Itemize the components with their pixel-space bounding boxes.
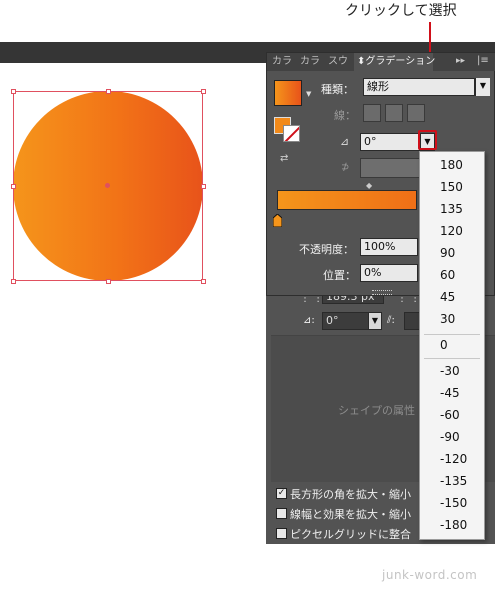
- angle-option[interactable]: 45: [440, 290, 455, 304]
- gradient-stop-start[interactable]: [272, 212, 283, 228]
- panel-resize-grip[interactable]: [372, 290, 392, 295]
- shear-angle-field[interactable]: [404, 312, 420, 330]
- gradient-stop-icon: [272, 213, 283, 228]
- tab-color[interactable]: カラ: [272, 53, 292, 71]
- scale-corners-label: 長方形の角を拡大・縮小: [290, 488, 411, 501]
- angle-option[interactable]: -180: [440, 518, 467, 532]
- stroke-across-button[interactable]: [407, 104, 425, 122]
- tab-gradient-label: グラデーション: [365, 56, 436, 67]
- stroke-within-button[interactable]: [363, 104, 381, 122]
- angle-option[interactable]: -120: [440, 452, 467, 466]
- tab-color-guide[interactable]: カラ: [300, 53, 320, 71]
- angle-option[interactable]: -30: [440, 364, 460, 378]
- handle-top-middle[interactable]: [106, 89, 111, 94]
- position-label: 位置：: [323, 269, 356, 282]
- handle-bottom-right[interactable]: [201, 279, 206, 284]
- angle-option[interactable]: -135: [440, 474, 467, 488]
- angle-option[interactable]: 60: [440, 268, 455, 282]
- handle-bottom-middle[interactable]: [106, 279, 111, 284]
- handle-top-left[interactable]: [11, 89, 16, 94]
- angle-option[interactable]: 120: [440, 224, 463, 238]
- handle-middle-left[interactable]: [11, 184, 16, 189]
- angle-option[interactable]: -150: [440, 496, 467, 510]
- handle-middle-right[interactable]: [201, 184, 206, 189]
- angle-dropdown-list: 180 150 135 120 90 60 45 30 0 -30 -45 -6…: [419, 151, 485, 540]
- angle-option[interactable]: 135: [440, 202, 463, 216]
- stroke-none-swatch[interactable]: [283, 125, 300, 142]
- stroke-along-button[interactable]: [385, 104, 403, 122]
- tab-swatches[interactable]: スウ: [328, 53, 348, 71]
- stroke-label: 線：: [334, 109, 356, 122]
- pixel-grid-label: ピクセルグリッドに整合: [290, 528, 411, 541]
- dropdown-separator: [424, 358, 480, 359]
- angle-option-zero[interactable]: 0: [440, 338, 448, 352]
- angle-option[interactable]: 30: [440, 312, 455, 326]
- rotate-angle-dropdown-arrow[interactable]: ▼: [368, 312, 382, 330]
- center-point: [105, 183, 110, 188]
- scale-corners-checkbox[interactable]: ✓: [276, 488, 287, 499]
- angle-option[interactable]: 180: [440, 158, 463, 172]
- handle-bottom-left[interactable]: [11, 279, 16, 284]
- scale-strokes-checkbox[interactable]: [276, 508, 287, 519]
- angle-icon: ⊿: [340, 135, 350, 148]
- panel-menu-icon[interactable]: |≡: [477, 55, 489, 66]
- panel-collapse-icon[interactable]: ▸▸: [456, 56, 465, 66]
- angle-option[interactable]: -90: [440, 430, 460, 444]
- position-field[interactable]: 0%: [360, 264, 418, 282]
- angle-field[interactable]: 0°: [360, 133, 420, 151]
- gradient-slider-bar[interactable]: [277, 190, 417, 210]
- handle-top-right[interactable]: [201, 89, 206, 94]
- annotation-highlight-box: [418, 130, 437, 150]
- angle-option[interactable]: -45: [440, 386, 460, 400]
- gradient-swatch-dropdown-icon[interactable]: ▼: [306, 90, 311, 98]
- scale-strokes-label: 線幅と効果を拡大・縮小: [290, 508, 411, 521]
- angle-option[interactable]: -60: [440, 408, 460, 422]
- reverse-gradient-icon[interactable]: ⇄: [280, 153, 288, 164]
- none-slash-icon: [284, 126, 299, 141]
- shear-angle-icon: ⫽:: [387, 315, 395, 326]
- aspect-ratio-field: [360, 158, 420, 178]
- opacity-field[interactable]: 100%: [360, 238, 418, 256]
- type-select-arrow[interactable]: ▼: [475, 78, 490, 96]
- angle-option[interactable]: 150: [440, 180, 463, 194]
- rotate-angle-field[interactable]: 0°: [322, 312, 370, 330]
- gradient-swatch[interactable]: [274, 80, 302, 106]
- type-select[interactable]: 線形: [363, 78, 475, 96]
- pixel-grid-checkbox[interactable]: [276, 528, 287, 539]
- aspect-ratio-icon: ⊅: [341, 162, 350, 173]
- midpoint-diamond[interactable]: ◆: [366, 181, 372, 190]
- tab-gradient[interactable]: ⬍グラデーション: [354, 53, 436, 71]
- type-label: 種類：: [321, 83, 354, 96]
- watermark: junk-word.com: [382, 568, 478, 582]
- annotation-label: クリックして選択: [345, 3, 457, 19]
- angle-option[interactable]: 90: [440, 246, 455, 260]
- rotate-angle-icon: ⊿:: [303, 315, 315, 326]
- opacity-label: 不透明度：: [299, 243, 354, 256]
- shape-properties-text: シェイプの属性: [338, 404, 415, 417]
- dropdown-separator: [424, 334, 480, 335]
